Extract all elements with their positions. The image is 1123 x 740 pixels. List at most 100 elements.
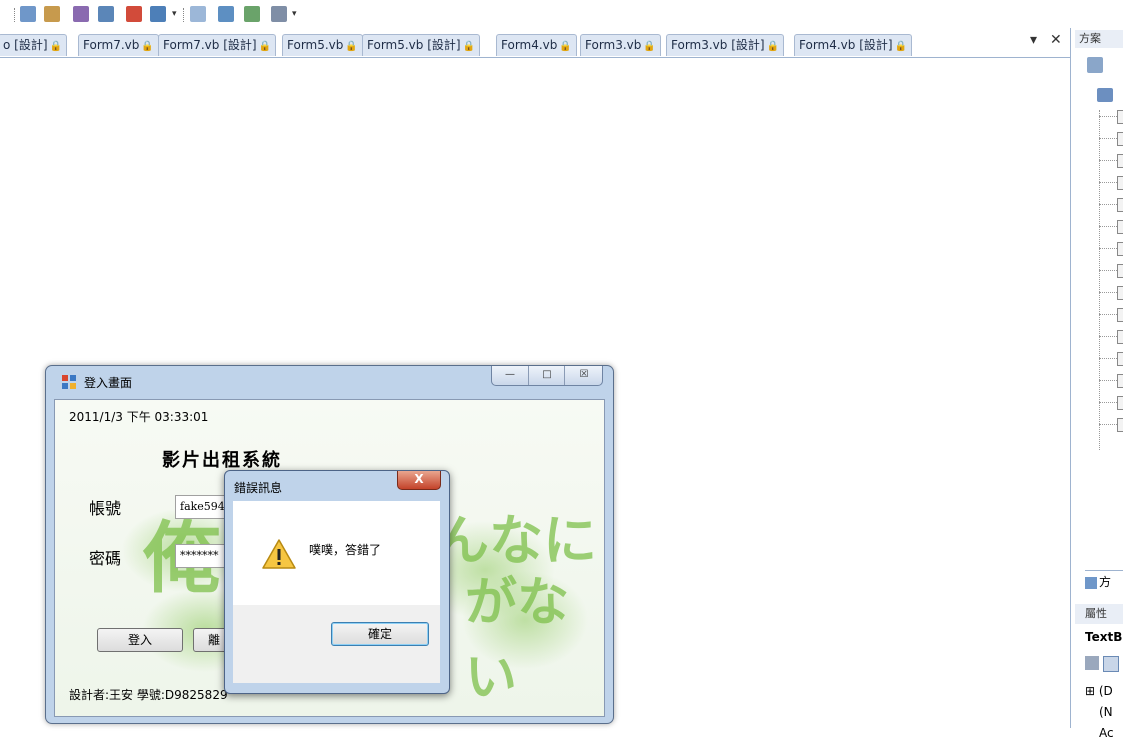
file-icon[interactable]: [1117, 110, 1123, 124]
account-label: 帳號: [89, 499, 122, 518]
file-icon[interactable]: [1117, 198, 1123, 212]
file-icon[interactable]: [1117, 242, 1123, 256]
dialog-message: 噗噗，答錯了: [309, 543, 382, 557]
app-title: 影片出租系統: [162, 450, 282, 471]
caption-buttons: — □ ☒: [491, 366, 603, 386]
layout-icon[interactable]: [218, 6, 234, 22]
tree-branch: [1099, 314, 1119, 316]
lock-icon: 🔒: [49, 41, 62, 52]
designer-credit: 設計者:王安 學號:D9825829: [69, 688, 228, 702]
tree-branch: [1099, 160, 1119, 162]
find-icon[interactable]: [190, 6, 206, 22]
close-document-icon[interactable]: ✕: [1050, 32, 1062, 52]
tab-form5-design[interactable]: Form5.vb [設計] 🔒: [362, 34, 481, 56]
properties-object-selector[interactable]: TextB: [1085, 630, 1122, 644]
dialog-footer: 確定: [233, 605, 440, 683]
solution-explorer-title: 方案: [1075, 30, 1123, 48]
tree-branch: [1099, 248, 1119, 250]
tab-form7-code[interactable]: Form7.vb 🔒: [78, 34, 159, 56]
lock-icon: 🔒: [141, 41, 154, 52]
format-icon[interactable]: [244, 6, 260, 22]
project-icon[interactable]: [1097, 88, 1113, 102]
maximize-button[interactable]: □: [528, 366, 565, 385]
properties-title: 屬性: [1075, 604, 1123, 624]
error-list-icon[interactable]: [126, 6, 142, 22]
window-title: 登入畫面: [84, 376, 133, 390]
lock-icon: 🔒: [345, 41, 358, 52]
tab-form5-code[interactable]: Form5.vb 🔒: [282, 34, 363, 56]
tree-branch: [1099, 424, 1119, 426]
tree-branch: [1099, 204, 1119, 206]
class-view-icon[interactable]: [20, 6, 36, 22]
right-docked-panels: 方案 方 屬性 TextB ⊞ (D (N Ac: [1070, 28, 1123, 740]
form-icon: [62, 375, 76, 389]
lock-icon: 🔒: [894, 41, 908, 52]
lock-icon: 🔒: [766, 41, 780, 52]
tab-label: Form3.vb [設計]: [671, 38, 765, 52]
error-dialog: 錯誤訊息 X 噗噗，答錯了 確定: [224, 470, 450, 694]
tab-form7-design[interactable]: Form7.vb [設計] 🔒: [158, 34, 277, 56]
tab-label: Form7.vb [設計]: [163, 38, 257, 52]
tab-label: Form5.vb [設計]: [367, 38, 461, 52]
file-icon[interactable]: [1117, 286, 1123, 300]
tab-design-partial[interactable]: o [設計] 🔒: [0, 34, 67, 56]
order-icon[interactable]: [271, 6, 287, 22]
tab-form3-design[interactable]: Form3.vb [設計] 🔒: [666, 34, 785, 56]
datetime-label: 2011/1/3 下午 03:33:01: [69, 410, 209, 424]
tab-label: Form4.vb: [501, 38, 558, 52]
ok-button[interactable]: 確定: [331, 622, 429, 646]
file-icon[interactable]: [1117, 330, 1123, 344]
output-icon[interactable]: [150, 6, 166, 22]
property-row[interactable]: ⊞ (D: [1085, 684, 1113, 698]
minimize-button[interactable]: —: [492, 366, 528, 385]
property-row[interactable]: (N: [1099, 705, 1113, 719]
tab-label: Form3.vb: [585, 38, 642, 52]
close-button[interactable]: ☒: [564, 366, 603, 385]
property-row[interactable]: Ac: [1099, 726, 1114, 740]
lock-icon: 🔒: [559, 41, 572, 52]
tab-list-dropdown-icon[interactable]: ▾: [1030, 32, 1037, 52]
dialog-close-button[interactable]: X: [397, 471, 441, 490]
tree-branch: [1099, 380, 1119, 382]
file-icon[interactable]: [1117, 396, 1123, 410]
object-browser-icon[interactable]: [73, 6, 89, 22]
tab-form4-design[interactable]: Form4.vb [設計] 🔒: [794, 34, 913, 56]
file-icon[interactable]: [1117, 308, 1123, 322]
file-icon[interactable]: [1117, 352, 1123, 366]
file-icon[interactable]: [1117, 374, 1123, 388]
file-icon[interactable]: [1117, 132, 1123, 146]
toolbar-overflow-icon[interactable]: ▾: [292, 9, 297, 19]
toolbar-separator: [14, 8, 17, 22]
tree-branch: [1099, 138, 1119, 140]
tree-branch: [1099, 292, 1119, 294]
solution-explorer-toolbar: [1077, 54, 1117, 76]
tree-branch: [1099, 336, 1119, 338]
toolbar-overflow-icon[interactable]: ▾: [172, 9, 177, 19]
tree-branch: [1099, 226, 1119, 228]
background-art-text: がない: [465, 572, 570, 708]
tab-label: 方: [1099, 575, 1112, 589]
tree-branch: [1099, 182, 1119, 184]
properties-icon[interactable]: [44, 6, 60, 22]
file-icon[interactable]: [1117, 220, 1123, 234]
file-icon[interactable]: [1117, 418, 1123, 432]
tab-label: Form4.vb [設計]: [799, 38, 893, 52]
tree-branch: [1099, 358, 1119, 360]
file-icon[interactable]: [1117, 154, 1123, 168]
window-titlebar[interactable]: 登入畫面 — □ ☒: [46, 366, 613, 398]
alphabetical-icon[interactable]: [1103, 656, 1119, 672]
password-label: 密碼: [89, 549, 122, 568]
file-icon[interactable]: [1117, 264, 1123, 278]
tree-branch: [1099, 402, 1119, 404]
properties-icon[interactable]: [1087, 57, 1103, 73]
tree-branch: [1099, 270, 1119, 272]
login-button[interactable]: 登入: [97, 628, 183, 652]
tab-form3-code[interactable]: Form3.vb 🔒: [580, 34, 661, 56]
tab-form4-code[interactable]: Form4.vb 🔒: [496, 34, 577, 56]
file-icon[interactable]: [1117, 176, 1123, 190]
categorized-icon[interactable]: [1085, 656, 1099, 670]
tab-label: Form7.vb: [83, 38, 140, 52]
solution-explorer-tab[interactable]: 方: [1085, 570, 1123, 593]
tools-icon[interactable]: [98, 6, 114, 22]
document-tabs: o [設計] 🔒 Form7.vb 🔒 Form7.vb [設計] 🔒 Form5.v…: [0, 32, 1070, 58]
